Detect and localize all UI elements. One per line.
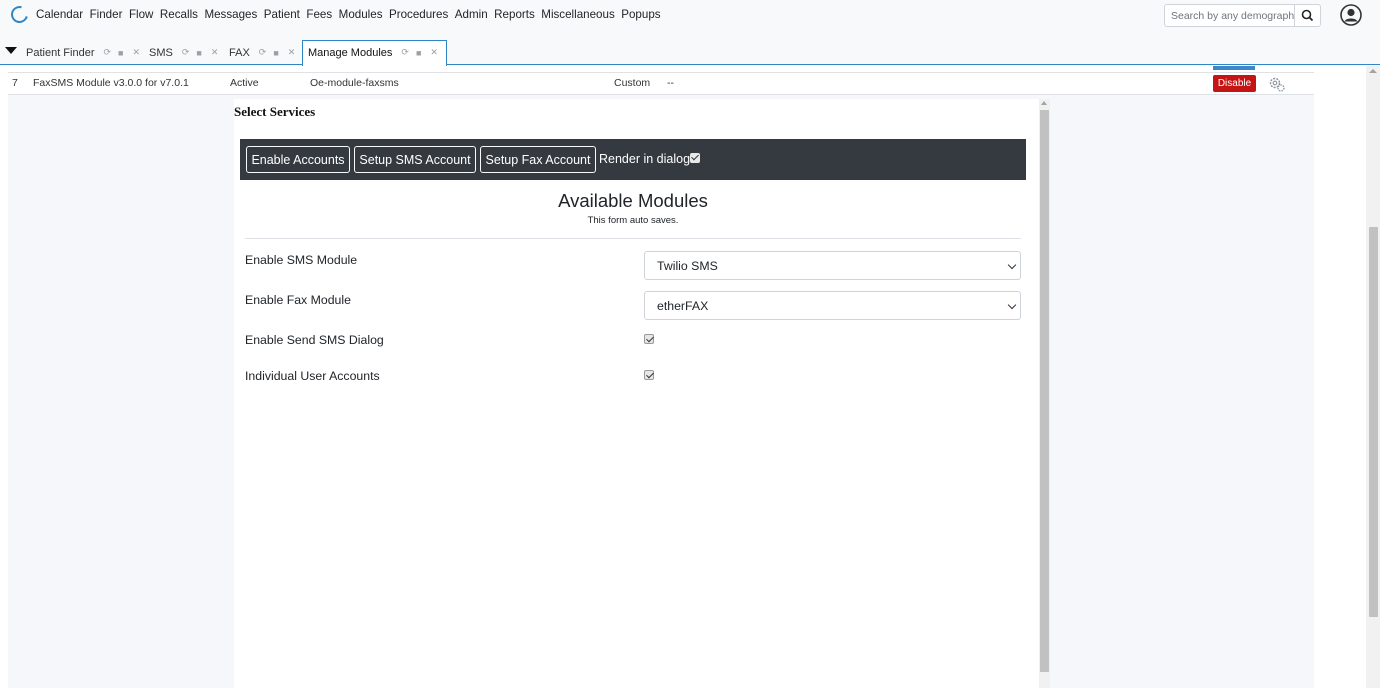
tab-label: Manage Modules bbox=[308, 46, 393, 59]
enable-accounts-button[interactable]: Enable Accounts bbox=[246, 146, 350, 173]
close-icon[interactable]: ✕ bbox=[211, 47, 219, 58]
render-in-dialog-label: Render in dialog. bbox=[599, 152, 694, 166]
tab-sms[interactable]: SMS ⟳ ■ ✕ bbox=[149, 41, 218, 64]
menu-miscellaneous[interactable]: Miscellaneous bbox=[541, 8, 614, 21]
settings-gears-icon[interactable] bbox=[1268, 76, 1286, 92]
refresh-icon[interactable]: ⟳ bbox=[259, 47, 267, 58]
tab-patient-finder[interactable]: Patient Finder ⟳ ■ ✕ bbox=[26, 41, 140, 64]
menu-modules[interactable]: Modules bbox=[339, 8, 383, 21]
menu-patient[interactable]: Patient bbox=[264, 8, 300, 21]
search-button[interactable] bbox=[1294, 4, 1321, 27]
sms-module-select[interactable]: Twilio SMS bbox=[644, 251, 1021, 280]
menu-recalls[interactable]: Recalls bbox=[160, 8, 198, 21]
menu-flow[interactable]: Flow bbox=[129, 8, 153, 21]
module-type: Custom bbox=[614, 77, 651, 89]
refresh-icon[interactable]: ⟳ bbox=[182, 47, 190, 58]
search-icon bbox=[1301, 9, 1314, 22]
page-scrollbar-thumb[interactable] bbox=[1369, 227, 1378, 617]
lock-icon[interactable]: ■ bbox=[118, 48, 123, 58]
table-row: 7 FaxSMS Module v3.0.0 for v7.0.1 Active… bbox=[8, 73, 1314, 95]
module-name: FaxSMS Module v3.0.0 for v7.0.1 bbox=[33, 77, 189, 89]
menu-popups[interactable]: Popups bbox=[621, 8, 660, 21]
render-in-dialog-checkbox[interactable] bbox=[690, 153, 700, 163]
main-menu: Calendar Finder Flow Recalls Messages Pa… bbox=[36, 8, 667, 21]
tab-label: Patient Finder bbox=[26, 46, 95, 59]
menu-reports[interactable]: Reports bbox=[494, 8, 535, 21]
send-sms-dialog-checkbox[interactable] bbox=[644, 334, 654, 344]
scroll-up-icon[interactable] bbox=[1369, 69, 1377, 73]
menu-admin[interactable]: Admin bbox=[455, 8, 488, 21]
fax-module-select[interactable]: etherFAX bbox=[644, 291, 1021, 320]
scroll-up-icon[interactable] bbox=[1041, 101, 1047, 105]
individual-accounts-checkbox[interactable] bbox=[644, 370, 654, 380]
patient-search-input[interactable]: Search by any demographics bbox=[1164, 4, 1295, 27]
table-row bbox=[8, 66, 1314, 73]
user-account-icon[interactable] bbox=[1340, 4, 1362, 26]
setup-sms-account-button[interactable]: Setup SMS Account bbox=[354, 146, 476, 173]
menu-finder[interactable]: Finder bbox=[90, 8, 123, 21]
tab-label: SMS bbox=[149, 46, 173, 59]
frame-scrollbar-thumb[interactable] bbox=[1040, 110, 1049, 672]
tab-label: FAX bbox=[229, 46, 250, 59]
services-frame bbox=[234, 99, 1042, 688]
refresh-icon[interactable]: ⟳ bbox=[103, 47, 111, 58]
enable-button[interactable] bbox=[1213, 66, 1255, 70]
close-icon[interactable]: ✕ bbox=[132, 47, 140, 58]
close-icon[interactable]: ✕ bbox=[430, 47, 438, 58]
tab-menu-toggle-icon[interactable] bbox=[5, 47, 17, 54]
frame-title: Select Services bbox=[234, 104, 316, 119]
sms-module-label: Enable SMS Module bbox=[245, 253, 358, 267]
lock-icon[interactable]: ■ bbox=[196, 48, 201, 58]
module-dash: -- bbox=[667, 77, 674, 89]
setup-fax-account-button[interactable]: Setup Fax Account bbox=[480, 146, 596, 173]
refresh-icon[interactable]: ⟳ bbox=[401, 47, 409, 58]
send-sms-dialog-label: Enable Send SMS Dialog bbox=[245, 333, 384, 347]
row-index: 7 bbox=[12, 77, 18, 89]
menu-messages[interactable]: Messages bbox=[204, 8, 257, 21]
module-directory: Oe-module-faxsms bbox=[310, 77, 399, 89]
disable-button[interactable]: Disable bbox=[1213, 75, 1256, 92]
menu-calendar[interactable]: Calendar bbox=[36, 8, 83, 21]
lock-icon[interactable]: ■ bbox=[416, 48, 421, 58]
available-modules-heading: Available Modules bbox=[558, 190, 708, 211]
divider bbox=[245, 238, 1021, 239]
tab-manage-modules[interactable]: Manage Modules ⟳ ■ ✕ bbox=[308, 41, 438, 64]
module-status: Active bbox=[230, 77, 259, 89]
individual-accounts-label: Individual User Accounts bbox=[245, 369, 380, 383]
fax-module-label: Enable Fax Module bbox=[245, 293, 351, 307]
menu-fees[interactable]: Fees bbox=[306, 8, 332, 21]
menu-procedures[interactable]: Procedures bbox=[389, 8, 448, 21]
lock-icon[interactable]: ■ bbox=[273, 48, 278, 58]
tab-fax[interactable]: FAX ⟳ ■ ✕ bbox=[229, 41, 295, 64]
close-icon[interactable]: ✕ bbox=[288, 47, 296, 58]
auto-save-note: This form auto saves. bbox=[587, 215, 679, 226]
